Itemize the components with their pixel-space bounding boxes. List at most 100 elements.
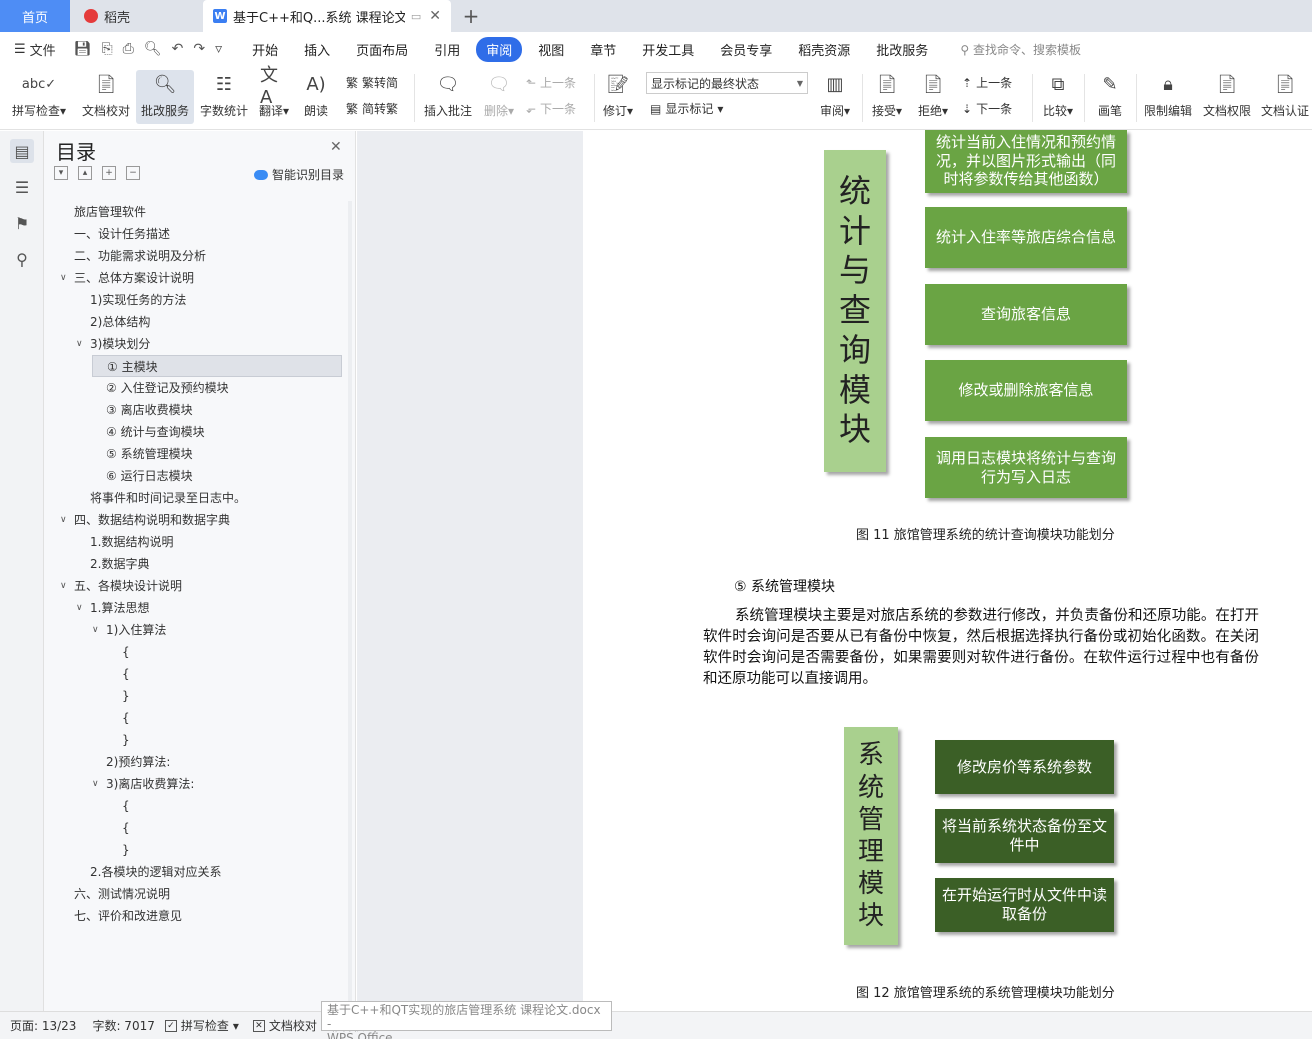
spell-check-button[interactable]: abc✓ 拼写检查▾ <box>8 70 70 124</box>
remove-heading-icon[interactable]: − <box>126 166 140 180</box>
proofread-status[interactable]: ✕ 文档校对 <box>252 1017 317 1034</box>
tab-menu-8[interactable]: 会员专享 <box>710 37 782 62</box>
toc-item[interactable]: { <box>46 707 342 729</box>
tab-menu-9[interactable]: 稻壳资源 <box>788 37 860 62</box>
toc-item[interactable]: ∨ 1)入住算法 <box>46 619 342 641</box>
chapter-icon[interactable]: ☰ <box>10 175 34 199</box>
track-changes-button[interactable]: 📝︎ 修订▾ <box>600 70 636 124</box>
toc-item[interactable]: 2.数据字典 <box>46 553 342 575</box>
compare-button[interactable]: ⧉ 比较▾ <box>1038 70 1078 124</box>
toc-item[interactable]: 一、设计任务描述 <box>46 223 342 245</box>
prev-comment-button[interactable]: ⬑ 上一条 <box>526 74 576 91</box>
toc-item[interactable]: 二、功能需求说明及分析 <box>46 245 342 267</box>
print-icon[interactable]: ⎙ <box>123 41 134 57</box>
toc-item[interactable]: 2.各模块的逻辑对应关系 <box>46 861 342 883</box>
toc-item[interactable]: 1.数据结构说明 <box>46 531 342 553</box>
toc-item[interactable]: } <box>46 729 342 751</box>
restrict-editing-button[interactable]: 🔒︎ 限制编辑 <box>1140 70 1196 124</box>
customize-icon[interactable]: ▿ <box>215 41 222 57</box>
toc-item[interactable]: ∨ 三、总体方案设计说明 <box>46 267 342 289</box>
toc-item[interactable]: { <box>46 817 342 839</box>
toc-item[interactable]: ① 主模块 <box>92 355 342 377</box>
tab-daoke[interactable]: 稻壳 <box>74 0 200 32</box>
prev-change-button[interactable]: ⇡ 上一条 <box>962 74 1012 91</box>
toc-item[interactable]: 七、评价和改进意见 <box>46 905 342 927</box>
review-pane-button[interactable]: ▥ 审阅▾ <box>816 70 854 124</box>
close-icon[interactable]: ✕ <box>330 139 342 155</box>
toc-item[interactable]: 将事件和时间记录至日志中。 <box>46 487 342 509</box>
chevron-down-icon[interactable]: ∨ <box>92 773 99 795</box>
toc-item[interactable]: } <box>46 685 342 707</box>
chevron-down-icon[interactable]: ∨ <box>92 619 99 641</box>
export-pdf-icon[interactable]: ⎘ <box>101 41 112 57</box>
toc-item[interactable]: ∨ 3)模块划分 <box>46 333 342 355</box>
toc-item[interactable]: ⑤ 系统管理模块 <box>46 443 342 465</box>
tab-home[interactable]: 首页 <box>0 0 70 32</box>
insert-comment-button[interactable]: 🗨︎ 插入批注 <box>420 70 476 124</box>
toc-scrollbar[interactable] <box>348 201 352 1009</box>
chevron-down-icon[interactable]: ∨ <box>76 597 83 619</box>
toc-item[interactable]: { <box>46 663 342 685</box>
smart-toc-button[interactable]: 智能识别目录 <box>254 166 344 183</box>
toc-item[interactable]: 2)总体结构 <box>46 311 342 333</box>
toc-item[interactable]: 1)实现任务的方法 <box>46 289 342 311</box>
translate-button[interactable]: 文A 翻译▾ <box>254 65 294 124</box>
chevron-down-icon[interactable]: ∨ <box>60 575 67 597</box>
tab-document[interactable]: W 基于C++和Q...系统 课程论文 ▭ ✕ <box>203 0 451 32</box>
pen-button[interactable]: ✎ 画笔 <box>1092 70 1128 124</box>
markup-state-select[interactable]: 显示标记的最终状态 ▼ <box>646 72 808 94</box>
save-icon[interactable]: 💾︎ <box>74 41 92 57</box>
toc-item[interactable]: ③ 离店收费模块 <box>46 399 342 421</box>
doc-rights-button[interactable]: 📄︎ 文档权限 <box>1200 70 1254 124</box>
window-icon[interactable]: ▭ <box>411 10 421 23</box>
redo-icon[interactable]: ↷ <box>193 41 205 57</box>
proofread-button[interactable]: 📄︎ 文档校对 <box>78 70 134 124</box>
toc-item[interactable]: ⑥ 运行日志模块 <box>46 465 342 487</box>
bookmark-icon[interactable]: ⚑ <box>10 211 34 235</box>
toc-item[interactable]: } <box>46 839 342 861</box>
collapse-all-icon[interactable]: ▴ <box>78 166 92 180</box>
doc-certify-button[interactable]: 📄︎ 文档认证 <box>1258 70 1312 124</box>
tab-menu-0[interactable]: 开始 <box>242 37 288 62</box>
page-indicator[interactable]: 页面: 13/23 <box>10 1017 76 1034</box>
accept-button[interactable]: 📄︎ 接受▾ <box>868 70 906 124</box>
add-heading-icon[interactable]: + <box>102 166 116 180</box>
simp-to-trad-button[interactable]: 繁简转繁 <box>346 100 398 117</box>
toc-item[interactable]: 六、测试情况说明 <box>46 883 342 905</box>
tab-menu-10[interactable]: 批改服务 <box>866 37 938 62</box>
tab-menu-7[interactable]: 开发工具 <box>632 37 704 62</box>
tab-menu-4[interactable]: 审阅 <box>476 36 523 62</box>
toc-item[interactable]: ∨ 四、数据结构说明和数据字典 <box>46 509 342 531</box>
expand-all-icon[interactable]: ▾ <box>54 166 68 180</box>
close-tab-icon[interactable]: ✕ <box>429 8 441 24</box>
next-comment-button[interactable]: ⬐ 下一条 <box>526 100 576 117</box>
print-preview-icon[interactable]: 🔍︎ <box>144 41 162 57</box>
toc-item[interactable]: ∨ 3)离店收费算法: <box>46 773 342 795</box>
search-icon[interactable]: ⚲ <box>10 247 34 271</box>
tab-menu-5[interactable]: 视图 <box>528 37 574 62</box>
undo-icon[interactable]: ↶ <box>172 41 184 57</box>
tab-menu-3[interactable]: 引用 <box>424 37 470 62</box>
chevron-down-icon[interactable]: ∨ <box>60 509 67 531</box>
toc-item[interactable]: ∨ 1.算法思想 <box>46 597 342 619</box>
toc-item[interactable]: ∨ 五、各模块设计说明 <box>46 575 342 597</box>
trad-to-simp-button[interactable]: 繁繁转简 <box>346 74 398 91</box>
toc-item[interactable]: { <box>46 795 342 817</box>
toc-item[interactable]: { <box>46 641 342 663</box>
word-count-button[interactable]: ☷ 字数统计 <box>196 70 252 124</box>
tab-menu-6[interactable]: 章节 <box>580 37 626 62</box>
toc-item[interactable]: 2)预约算法: <box>46 751 342 773</box>
file-menu[interactable]: ☰ 文件 <box>14 40 56 59</box>
chevron-down-icon[interactable]: ∨ <box>76 333 83 355</box>
toc-item[interactable]: ④ 统计与查询模块 <box>46 421 342 443</box>
correction-service-button[interactable]: 🔍︎ 批改服务 <box>136 70 194 124</box>
new-tab-button[interactable]: + <box>457 0 485 32</box>
reject-button[interactable]: 📄︎ 拒绝▾ <box>914 70 952 124</box>
read-aloud-button[interactable]: A) 朗读 <box>298 70 334 124</box>
word-count-status[interactable]: 字数: 7017 <box>92 1017 154 1034</box>
command-search[interactable]: ⚲ 查找命令、搜索模板 <box>960 41 1081 58</box>
delete-comment-button[interactable]: 🗨︎ 删除▾ <box>480 70 518 124</box>
spell-check-status[interactable]: ✓ 拼写检查 ▾ <box>164 1017 239 1034</box>
outline-icon[interactable]: ▤ <box>10 139 34 163</box>
tab-menu-2[interactable]: 页面布局 <box>346 37 418 62</box>
